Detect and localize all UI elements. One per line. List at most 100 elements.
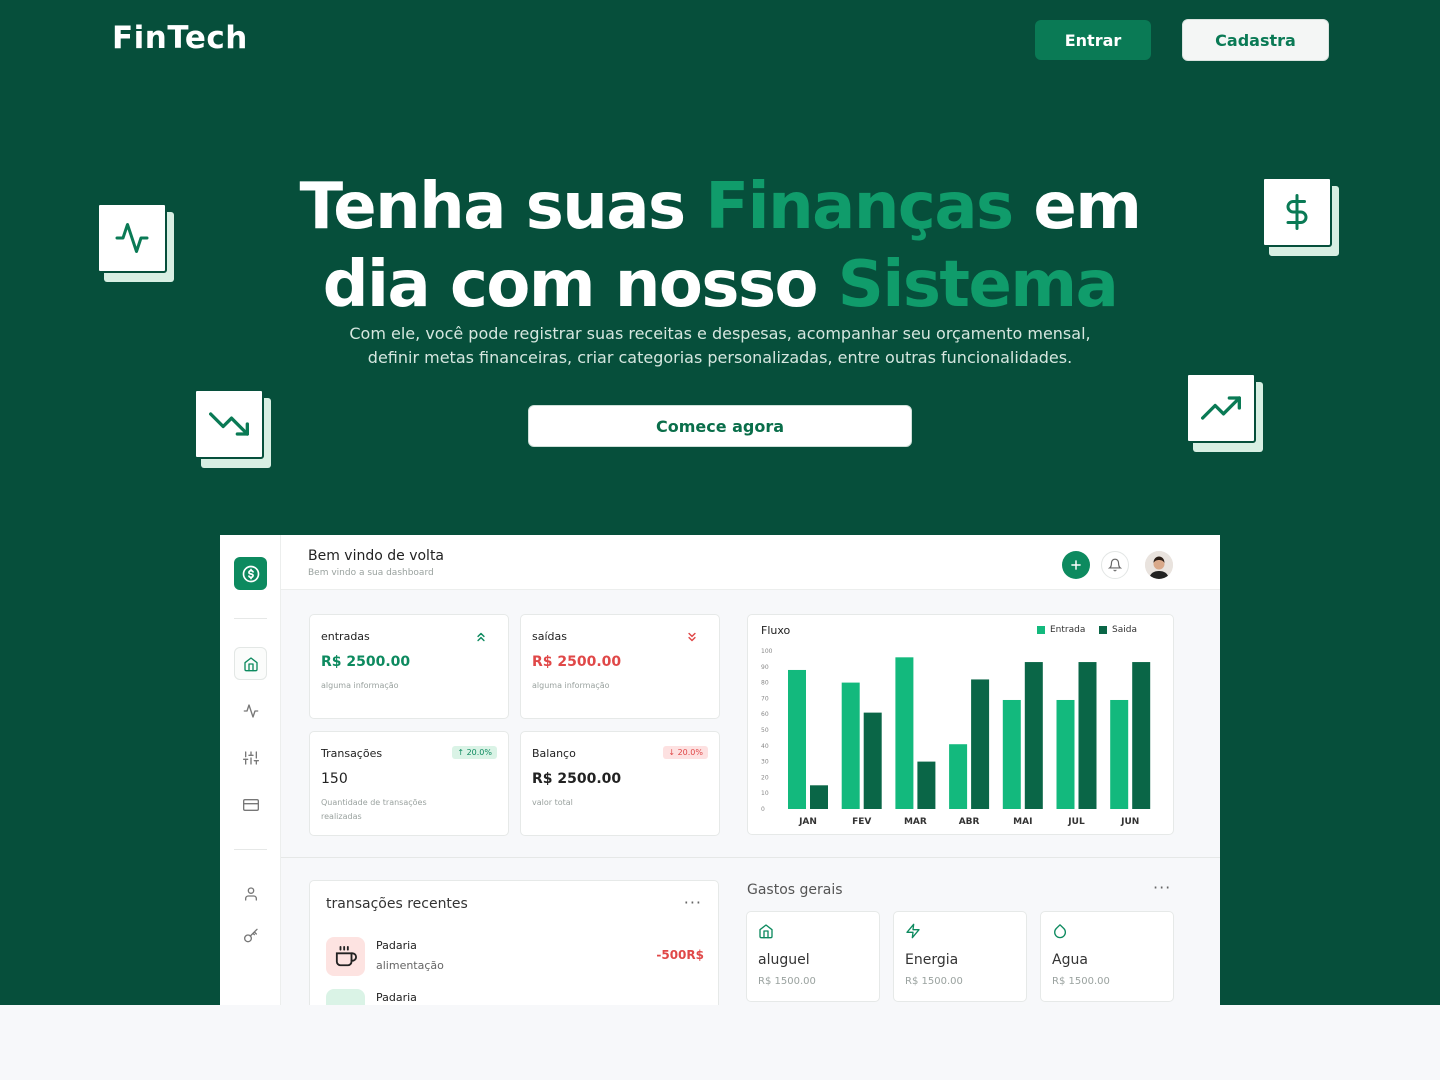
x-tick-label: ABR xyxy=(959,817,980,827)
trend-badge: ↓ 20.0% xyxy=(663,746,708,759)
bar-saida-jul xyxy=(1078,662,1097,809)
sidebar-item-security[interactable] xyxy=(234,919,267,952)
droplet-icon xyxy=(1054,924,1066,939)
stat-note: alguma informação xyxy=(321,681,399,690)
login-button[interactable]: Entrar xyxy=(1035,20,1151,60)
expense-name: Energia xyxy=(905,952,959,968)
bars-icon xyxy=(335,998,357,1006)
transaction-row[interactable]: Padaria alimentação -500R$ xyxy=(326,937,704,979)
headline-accent: Sistema xyxy=(837,248,1119,322)
y-tick-label: 10 xyxy=(761,790,769,797)
x-tick-label: JUN xyxy=(1120,817,1139,827)
key-icon xyxy=(243,928,258,942)
sidebar-item-activity[interactable] xyxy=(234,694,267,727)
bar-entrada-mai xyxy=(1002,699,1021,809)
stat-card-transacoes: Transações 150 Quantidade de transações … xyxy=(309,731,509,836)
bar-saida-jun xyxy=(1132,662,1151,809)
signup-button[interactable]: Cadastra xyxy=(1182,19,1329,61)
notifications-button[interactable] xyxy=(1101,551,1129,579)
zap-icon xyxy=(906,923,920,939)
stat-note: valor total xyxy=(532,798,573,807)
x-tick-label: FEV xyxy=(852,817,871,827)
stat-label: entradas xyxy=(321,630,370,643)
trending-up-icon xyxy=(1201,396,1241,420)
x-tick-label: JUL xyxy=(1067,817,1085,827)
y-tick-label: 20 xyxy=(761,774,769,781)
trending-down-icon xyxy=(209,412,249,436)
plus-icon xyxy=(1071,560,1081,570)
bar-saida-mai xyxy=(1024,662,1043,809)
hero-headline: Tenha suas Finanças em dia com nosso Sis… xyxy=(220,168,1220,324)
expense-name: Agua xyxy=(1052,952,1088,968)
headline-text: em xyxy=(1012,170,1142,244)
bar-entrada-abr xyxy=(949,744,968,809)
expense-card-energy[interactable]: Energia R$ 1500.00 xyxy=(893,911,1027,1002)
stat-card-saidas: saídas R$ 2500.00 alguma informação xyxy=(520,614,720,719)
sidebar xyxy=(220,535,281,1005)
trend-badge: ↑ 20.0% xyxy=(452,746,497,759)
expense-name: aluguel xyxy=(758,952,810,968)
stat-card-balanco: Balanço R$ 2500.00 valor total ↓ 20.0% xyxy=(520,731,720,836)
y-tick-label: 40 xyxy=(761,743,769,750)
activity-card xyxy=(97,203,174,282)
expense-value: R$ 1500.00 xyxy=(905,976,963,987)
trending-up-card xyxy=(1186,373,1263,452)
home-icon xyxy=(759,924,773,939)
dollar-icon xyxy=(1286,194,1308,230)
subtitle-line: Com ele, você pode registrar suas receit… xyxy=(349,324,1091,343)
bar-entrada-mar xyxy=(895,657,914,809)
welcome-subtitle: Bem vindo a sua dashboard xyxy=(308,568,434,578)
sidebar-item-profile[interactable] xyxy=(234,877,267,910)
bar-entrada-jul xyxy=(1056,699,1075,809)
stat-label: Balanço xyxy=(532,747,576,760)
stat-label: saídas xyxy=(532,630,567,643)
subtitle-line: definir metas financeiras, criar categor… xyxy=(367,348,1073,367)
y-tick-label: 50 xyxy=(761,727,769,734)
more-options-button[interactable]: ··· xyxy=(1153,878,1171,897)
bar-saida-jan xyxy=(810,785,828,809)
welcome-title: Bem vindo de volta xyxy=(308,548,445,564)
expense-card-rent[interactable]: aluguel R$ 1500.00 xyxy=(746,911,880,1002)
expense-card-water[interactable]: Agua R$ 1500.00 xyxy=(1040,911,1174,1002)
start-now-button[interactable]: Comece agora xyxy=(528,405,912,447)
dashboard-preview: Bem vindo de volta Bem vindo a sua dashb… xyxy=(220,535,1220,1005)
sidebar-item-cards[interactable] xyxy=(234,788,267,821)
y-tick-label: 30 xyxy=(761,759,769,766)
more-options-button[interactable]: ··· xyxy=(684,893,702,912)
transaction-category-badge xyxy=(326,989,365,1005)
y-tick-label: 90 xyxy=(761,664,769,671)
sidebar-item-home[interactable] xyxy=(234,647,267,680)
bar-entrada-jun xyxy=(1110,699,1129,809)
add-button[interactable] xyxy=(1062,551,1090,579)
user-icon xyxy=(244,886,257,901)
bar-entrada-jan xyxy=(788,669,806,809)
bar-saida-abr xyxy=(971,679,990,809)
brand-logo[interactable]: FinTech xyxy=(112,20,248,56)
bar-entrada-fev xyxy=(841,682,860,809)
coffee-icon xyxy=(335,945,357,966)
stat-label: Transações xyxy=(321,747,383,760)
stat-note: Quantidade de transações realizadas xyxy=(321,798,427,821)
expense-value: R$ 1500.00 xyxy=(758,976,816,987)
transaction-row[interactable]: Padaria xyxy=(326,989,704,1005)
transaction-name: Padaria xyxy=(376,991,417,1004)
chevrons-up-icon xyxy=(477,632,485,642)
sidebar-item-settings[interactable] xyxy=(234,741,267,774)
stat-card-entradas: entradas R$ 2500.00 alguma informação xyxy=(309,614,509,719)
avatar[interactable] xyxy=(1145,551,1173,579)
flow-chart-card: Fluxo Entrada Saida 100 90 80 70 60 50 40 30 20 1… xyxy=(747,614,1174,835)
sliders-icon xyxy=(242,750,259,765)
home-icon xyxy=(243,656,258,671)
trending-down-card xyxy=(194,389,271,468)
app-logo[interactable] xyxy=(234,557,267,590)
headline-text: dia com nosso xyxy=(322,248,838,322)
dashboard-header: Bem vindo de volta Bem vindo a sua dashb… xyxy=(281,535,1220,590)
dollar-circle-icon xyxy=(242,565,259,582)
activity-icon xyxy=(243,703,258,718)
hero-subtitle: Com ele, você pode registrar suas receit… xyxy=(320,322,1120,370)
x-tick-label: JAN xyxy=(798,817,817,827)
recent-transactions-title: transações recentes xyxy=(326,896,468,912)
credit-card-icon xyxy=(242,798,259,811)
bar-saida-mar xyxy=(917,761,936,809)
y-tick-label: 80 xyxy=(761,680,769,687)
